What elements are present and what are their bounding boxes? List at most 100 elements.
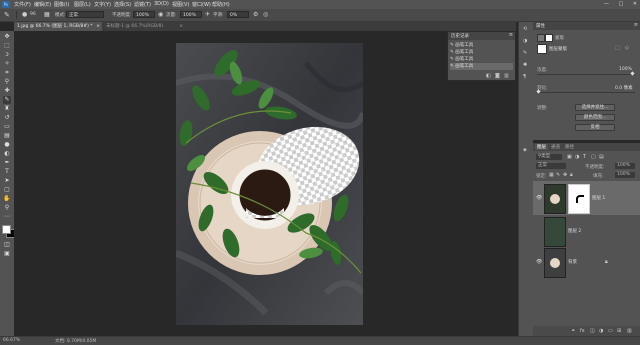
history-item-active[interactable]: ✎ 画笔工具 [450, 63, 513, 70]
fx-icon[interactable]: fx [580, 328, 585, 334]
feather-value[interactable]: 0.0 像素 [615, 85, 633, 91]
layer-opacity-field[interactable]: 100% [615, 163, 635, 169]
new-group-icon[interactable]: ▭ [608, 328, 613, 334]
blur-tool-icon[interactable]: ● [3, 141, 11, 149]
new-snapshot-icon[interactable]: ◧ [486, 73, 491, 79]
menu-edit[interactable]: 编辑(E) [34, 1, 51, 8]
filter-kind-select[interactable]: ⚲类型 [536, 154, 562, 160]
move-tool-icon[interactable]: ✥ [3, 33, 11, 41]
menu-type[interactable]: 文字(Y) [94, 1, 111, 8]
density-value[interactable]: 100% [619, 67, 632, 72]
crop-tool-icon[interactable]: ⌗ [3, 69, 11, 77]
density-slider[interactable] [537, 74, 635, 75]
layer-mask-thumbnail[interactable] [568, 184, 590, 214]
pen-tool-icon[interactable]: ✒ [3, 159, 11, 167]
pressure-size-icon[interactable]: ◎ [263, 11, 268, 18]
fill-field[interactable]: 100% [615, 172, 635, 178]
layer-row-selected[interactable]: 👁︎ 图层 1 [533, 181, 640, 215]
zoom-level[interactable]: 66.67% [3, 338, 20, 343]
quick-mask-icon[interactable]: ◫ [3, 241, 11, 249]
layer-mask-icon[interactable] [545, 34, 553, 42]
lock-position-icon[interactable]: ✥ [563, 172, 567, 178]
maximize-button[interactable]: □ [618, 1, 623, 7]
smoothing-settings-icon[interactable]: ⚙ [253, 11, 258, 18]
panel-menu-icon[interactable]: ≡ [634, 22, 638, 28]
document-canvas[interactable] [176, 43, 363, 325]
layers-icon[interactable]: ◈ [523, 147, 527, 153]
menu-layer[interactable]: 图层(L) [74, 1, 91, 8]
tab-close-icon[interactable]: × [179, 22, 183, 31]
more-tools-icon[interactable]: ⋯ [3, 213, 11, 221]
airbrush-icon[interactable]: ✈ [205, 11, 210, 18]
hand-tool-icon[interactable]: ✋ [3, 195, 11, 203]
lock-transparency-icon[interactable]: ▦ [549, 172, 554, 178]
gradient-tool-icon[interactable]: ▤ [3, 132, 11, 140]
type-tool-icon[interactable]: T [3, 168, 11, 176]
layer-name[interactable]: 图层 2 [568, 228, 581, 234]
brush-settings-icon[interactable]: ✎ [523, 50, 527, 56]
tab-document-2[interactable]: 未标题-1 @ 66.7%(RGB/8) × [103, 22, 185, 31]
history-item[interactable]: ✎ 画笔工具 [450, 56, 513, 63]
brush-tip-icon[interactable]: ● [22, 11, 27, 18]
menu-file[interactable]: 文件(F) [14, 1, 31, 8]
dodge-tool-icon[interactable]: ◐ [3, 150, 11, 158]
history-item[interactable]: ✎ 画笔工具 [450, 42, 513, 49]
menu-view[interactable]: 视图(V) [172, 1, 189, 8]
tab-layers[interactable]: 图层 [535, 144, 548, 150]
eraser-tool-icon[interactable]: ▭ [3, 123, 11, 131]
quick-select-tool-icon[interactable]: ✧ [3, 60, 11, 68]
camera-icon[interactable]: ◙ [495, 73, 500, 79]
adjustment-layer-icon[interactable]: ◑ [599, 328, 603, 334]
new-layer-icon[interactable]: ⊞ [617, 328, 621, 334]
marquee-tool-icon[interactable]: ⬚ [3, 42, 11, 50]
add-mask-icon[interactable]: ◫ [590, 328, 595, 334]
menu-window[interactable]: 窗口(W) [192, 1, 211, 8]
filter-adjustment-icon[interactable]: ◑ [575, 154, 579, 160]
feather-slider[interactable] [537, 92, 635, 93]
blend-mode-select[interactable]: 正常 [536, 163, 566, 169]
history-item[interactable]: ✎ 画笔工具 [450, 49, 513, 56]
panel-menu-icon[interactable]: ≡ [509, 32, 513, 38]
lock-all-icon[interactable]: 🔒︎ [570, 172, 573, 178]
tab-document-1[interactable]: 1.jpg @ 66.7% (图层 1, RGB/8#) * × [14, 22, 102, 31]
opacity-field[interactable]: 100% [133, 11, 155, 18]
flow-field[interactable]: 100% [180, 11, 202, 18]
layer-row[interactable]: 图层 2 [533, 216, 640, 247]
filter-shape-icon[interactable]: ▢ [591, 154, 596, 160]
healing-brush-tool-icon[interactable]: ✚ [3, 87, 11, 95]
close-window-button[interactable]: ✕ [633, 1, 637, 7]
history-panel-icon[interactable]: ⟲ [523, 26, 527, 32]
zoom-tool-icon[interactable]: ⚲ [3, 204, 11, 212]
styles-panel-icon[interactable]: ✺ [523, 62, 527, 68]
path-select-tool-icon[interactable]: ➤ [3, 177, 11, 185]
layer-name[interactable]: 背景 [568, 259, 577, 265]
minimize-button[interactable]: — [604, 1, 609, 7]
select-mask-icon[interactable]: ⬚ [615, 45, 620, 51]
menu-select[interactable]: 选择(S) [114, 1, 131, 8]
trash-icon[interactable]: ▥ [504, 73, 509, 79]
clone-stamp-tool-icon[interactable]: ♜ [3, 105, 11, 113]
eyedropper-tool-icon[interactable]: ⚲ [3, 78, 11, 86]
tab-close-icon[interactable]: × [96, 22, 100, 31]
smooth-field[interactable]: 0% [227, 11, 249, 18]
menu-3d[interactable]: 3D(D) [154, 1, 169, 7]
pixel-mask-icon[interactable] [537, 34, 545, 42]
color-range-button[interactable]: 颜色范围... [575, 114, 615, 121]
pressure-opacity-icon[interactable]: ◉ [158, 11, 163, 18]
screen-mode-icon[interactable]: ▣ [3, 250, 11, 258]
invert-button[interactable]: 反相 [575, 124, 615, 131]
menu-filter[interactable]: 滤镜(T) [134, 1, 151, 8]
mode-select[interactable]: 正常 [66, 11, 104, 18]
paragraph-panel-icon[interactable]: ¶ [523, 74, 526, 80]
layer-row[interactable]: 👁︎ 背景 🔒︎ [533, 247, 640, 278]
shape-tool-icon[interactable]: ▢ [3, 186, 11, 194]
tab-paths[interactable]: 路径 [565, 144, 574, 150]
vector-mask-icon[interactable]: ◇ [625, 45, 629, 51]
brush-preset-icon[interactable]: ✎ [4, 11, 10, 19]
filter-smart-object-icon[interactable]: ▤ [599, 154, 604, 160]
foreground-color-swatch[interactable] [2, 225, 11, 234]
lock-pixels-icon[interactable]: ✎ [556, 172, 560, 178]
history-brush-tool-icon[interactable]: ↺ [3, 114, 11, 122]
filter-pixel-icon[interactable]: ▣ [567, 154, 572, 160]
visibility-eye-icon[interactable]: 👁︎ [536, 195, 542, 201]
